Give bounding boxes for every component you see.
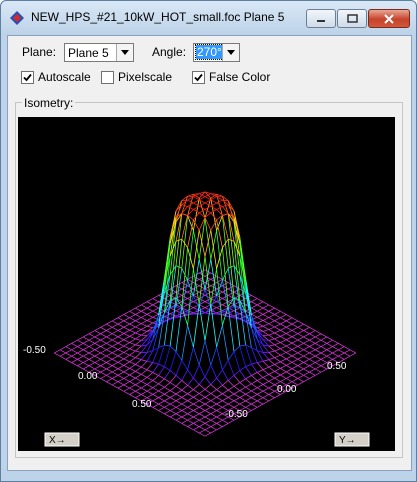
isometry-group-label: Isometry:	[22, 96, 76, 110]
plane-select[interactable]: Plane 5	[64, 43, 134, 62]
x-tick-label: 0.00	[78, 371, 98, 382]
close-icon	[384, 13, 394, 24]
y-tick-label: 0.50	[327, 361, 347, 372]
false-color-checkbox[interactable]	[192, 71, 205, 84]
pixelscale-label[interactable]: Pixelscale	[118, 70, 172, 84]
checkmark-icon	[23, 73, 32, 82]
window-frame: NEW_HPS_#21_10kW_HOT_small.foc Plane 5 P…	[0, 0, 417, 482]
checkmark-icon	[194, 73, 203, 82]
y-tick-label: 0.00	[277, 384, 297, 395]
minimize-button[interactable]	[306, 9, 336, 28]
pixelscale-checkbox[interactable]	[101, 71, 114, 84]
maximize-button[interactable]	[337, 9, 367, 28]
autoscale-checkbox[interactable]	[21, 71, 34, 84]
isometry-plot[interactable]: -0.50 0.00 0.50 0.50 0.00 -0.50 X→ Y→	[18, 117, 395, 451]
x-tick-label: -0.50	[23, 345, 46, 356]
app-icon	[10, 11, 24, 25]
title-bar[interactable]: NEW_HPS_#21_10kW_HOT_small.foc Plane 5	[1, 1, 416, 35]
chevron-down-icon[interactable]	[222, 44, 239, 61]
x-tick-label: 0.50	[132, 399, 152, 410]
plane-select-value: Plane 5	[68, 46, 109, 60]
maximize-icon	[346, 14, 358, 23]
angle-label: Angle:	[152, 45, 187, 59]
false-color-label[interactable]: False Color	[209, 70, 270, 84]
client-area: Plane: Plane 5 Angle: 270° Autoscale Pix…	[7, 35, 412, 471]
close-button[interactable]	[368, 9, 410, 28]
plane-label: Plane:	[22, 45, 57, 59]
x-axis-button[interactable]: X→	[44, 432, 80, 447]
angle-select-value: 270°	[195, 44, 224, 60]
autoscale-label[interactable]: Autoscale	[38, 70, 91, 84]
angle-select[interactable]: 270°	[193, 43, 240, 62]
chevron-down-icon[interactable]	[116, 44, 133, 61]
y-tick-label: -0.50	[225, 409, 248, 420]
y-axis-button-label: Y→	[339, 435, 356, 446]
minimize-icon	[317, 19, 325, 22]
window-title: NEW_HPS_#21_10kW_HOT_small.foc Plane 5	[31, 10, 285, 24]
y-axis-button[interactable]: Y→	[334, 432, 370, 447]
x-axis-button-label: X→	[49, 435, 66, 446]
